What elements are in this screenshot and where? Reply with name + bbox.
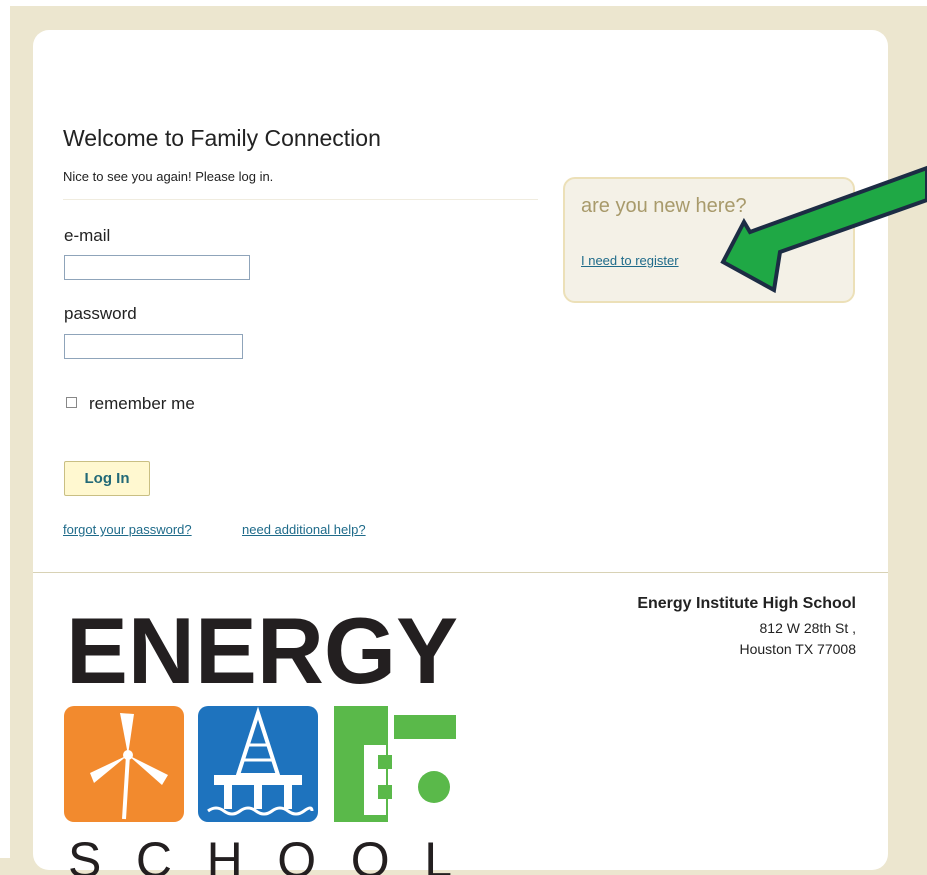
register-heading: are you new here? (581, 195, 747, 217)
email-label: e-mail (64, 226, 111, 245)
password-input[interactable] (64, 334, 243, 359)
additional-help-link[interactable]: need additional help? (242, 522, 366, 537)
oil-rig-icon (198, 706, 318, 822)
gear-icon (334, 706, 456, 822)
forgot-password-link[interactable]: forgot your password? (63, 522, 192, 537)
school-street: 812 W 28th St , (759, 620, 857, 636)
footer-divider (33, 572, 888, 573)
page-subtitle: Nice to see you again! Please log in. (63, 169, 274, 184)
top-strip (0, 0, 927, 6)
school-city: Houston TX 77008 (739, 641, 857, 657)
login-button[interactable]: Log In (64, 461, 150, 496)
left-strip (0, 0, 10, 858)
school-name: Energy Institute High School (637, 595, 856, 612)
energy-school-logo: ENERGY SCHOOL (64, 615, 458, 875)
remember-me-label[interactable]: remember me (89, 394, 195, 414)
password-label: password (64, 304, 137, 323)
login-card: Welcome to Family Connection Nice to see… (33, 30, 888, 875)
page-title: Welcome to Family Connection (63, 125, 381, 151)
logo-word: ENERGY (66, 615, 458, 703)
register-link[interactable]: I need to register (581, 253, 679, 268)
register-panel: are you new here? I need to register (563, 177, 855, 303)
logo-subword: SCHOOL (68, 832, 452, 875)
wind-turbine-icon (64, 706, 184, 822)
header-divider (63, 199, 538, 200)
remember-me-checkbox[interactable] (66, 397, 77, 408)
email-input[interactable] (64, 255, 250, 280)
